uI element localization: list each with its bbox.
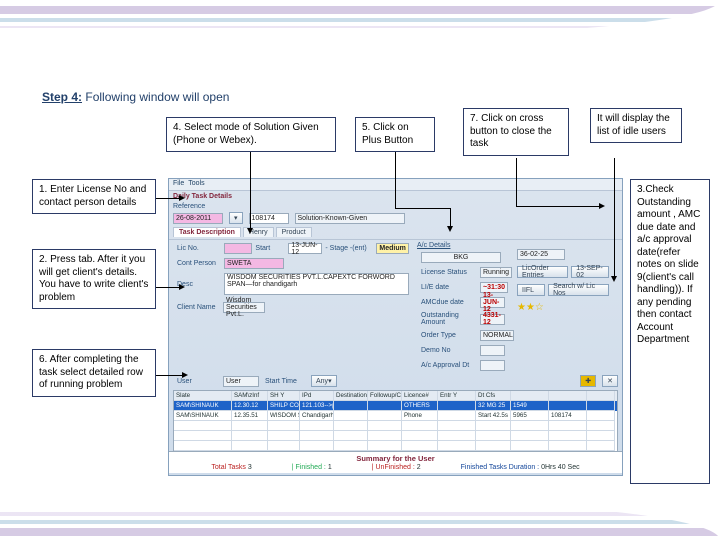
page-heading: Step 4: Following window will open	[42, 90, 229, 104]
demono-field	[480, 345, 505, 356]
grid-header: Slate SAM\zInf SH Y IPd Destination Foll…	[174, 391, 617, 401]
finished-value: 1	[328, 464, 332, 471]
start-input[interactable]: 13-JUN-12	[288, 243, 322, 254]
menu-file[interactable]: File	[173, 180, 184, 189]
tab-product[interactable]: Product	[276, 227, 312, 237]
grid-start-label: Start Time	[265, 378, 305, 385]
section-title: Daily Task Details	[169, 191, 622, 202]
ref-label: Reference	[173, 203, 217, 210]
duration-label: Finished Tasks Duration :	[461, 464, 539, 471]
grid-user-label: User	[177, 378, 217, 385]
licstatus-label: License Status	[421, 269, 477, 276]
rating-stars: ★★☆	[517, 302, 544, 313]
step-label: Step 4:	[42, 90, 82, 104]
date-field[interactable]: 26-08-2011	[173, 213, 223, 224]
menubar: File Tools	[169, 179, 622, 191]
contact-label: Cont Person	[177, 260, 221, 267]
summary-title: Summary for the User	[175, 454, 616, 463]
user-display: Wisdom Securities Pvt.L.	[223, 302, 265, 313]
out-label: Outstanding Amount	[421, 312, 477, 326]
tabs: Task Description Henry Product	[169, 225, 622, 240]
grid-row-selected[interactable]: SAM\SHINAUK 12.30.12 SHILP COMPUTERS 121…	[174, 401, 617, 411]
callout-select-mode: 4. Select mode of Solution Given (Phone …	[166, 117, 336, 152]
extra1: 36-02-25	[517, 249, 565, 260]
licstatus-field: Running	[480, 267, 512, 278]
callout-detailed: 6. After completing the task select deta…	[32, 349, 156, 397]
ordertype-field: NORMAL	[480, 330, 514, 341]
iifl-button[interactable]: IIFL	[517, 284, 545, 296]
tab-henry[interactable]: Henry	[243, 227, 274, 237]
vendor-field: Solution-Known-Given	[295, 213, 405, 224]
callout-plus: 5. Click on Plus Button	[355, 117, 435, 152]
stage-label: - Stage -(ent)	[325, 245, 373, 252]
menu-tools[interactable]: Tools	[188, 180, 204, 189]
desc-input[interactable]: WISDOM SECURITIES PVT.L.CAPEXTC FORWORD …	[224, 273, 409, 295]
ordertype-label: Order Type	[421, 332, 477, 339]
grid-row-empty	[174, 441, 617, 451]
licno-input[interactable]	[224, 243, 252, 254]
lic-order-entries-button[interactable]: LicOrder Entries	[517, 266, 568, 278]
tab-task-description[interactable]: Task Description	[173, 227, 241, 237]
grid-row[interactable]: SAM\SHINAUK 12.35.51 WISDOM SECURITIES P…	[174, 411, 617, 421]
approval-field	[480, 360, 505, 371]
out-field: 4331-12	[480, 314, 505, 325]
licno-label: Lic No.	[177, 245, 221, 252]
ref-id-field[interactable]: 108174	[249, 213, 289, 224]
amc-field: 13-JUN-12	[480, 297, 505, 308]
total-tasks-label: Total Tasks	[211, 464, 246, 471]
any-dropdown[interactable]: Any ▾	[311, 375, 337, 387]
grid-row-empty	[174, 431, 617, 441]
plus-button[interactable]: ✚	[580, 375, 596, 387]
summary-panel: Summary for the User Total Tasks 3 | Fin…	[169, 451, 622, 473]
callout-right: 3.Check Outstanding amount , AMC due dat…	[630, 179, 710, 484]
date-dropdown[interactable]: ▾	[229, 212, 243, 224]
ac-details-label: A/c Details	[417, 242, 509, 249]
unfinished-label: | UnFinished :	[372, 464, 415, 471]
start-label: Start	[255, 245, 285, 252]
grid-user: User	[223, 376, 259, 387]
callout-idle: It will display the list of idle users	[590, 108, 682, 143]
callout-cross: 7. Click on cross button to close the ta…	[463, 108, 569, 156]
total-tasks-value: 3	[248, 464, 252, 471]
grid-row-empty	[174, 421, 617, 431]
app-window: File Tools Daily Task Details Reference …	[168, 178, 623, 476]
approval-label: A/c Approval Dt	[421, 362, 477, 369]
duration-value: 0Hrs 40 Sec	[541, 464, 580, 471]
close-button[interactable]: ✕	[602, 375, 618, 387]
desc-label: Desc	[177, 281, 221, 288]
decorative-bottom-stripe	[0, 500, 720, 540]
step-text: Following window will open	[85, 90, 229, 104]
client-name-label: Client Name	[177, 304, 217, 311]
callout-tab: 2. Press tab. After it you will get clie…	[32, 249, 156, 309]
licdate-label: LI/E date	[421, 284, 477, 291]
search-lic-button[interactable]: Search w/ Lic Nos	[548, 284, 609, 296]
bkg-field: BKG	[421, 252, 501, 263]
contact-input[interactable]: SWETA	[224, 258, 284, 269]
unfinished-value: 2	[417, 464, 421, 471]
count-display: 13-SEP-02	[571, 266, 609, 278]
decorative-top-stripe	[0, 0, 720, 36]
stage-input[interactable]: Medium	[376, 243, 409, 254]
demono-label: Demo No	[421, 347, 477, 354]
finished-label: | Finished :	[292, 464, 326, 471]
callout-license: 1. Enter License No and contact person d…	[32, 179, 156, 214]
amc-label: AMCdue date	[421, 299, 477, 306]
